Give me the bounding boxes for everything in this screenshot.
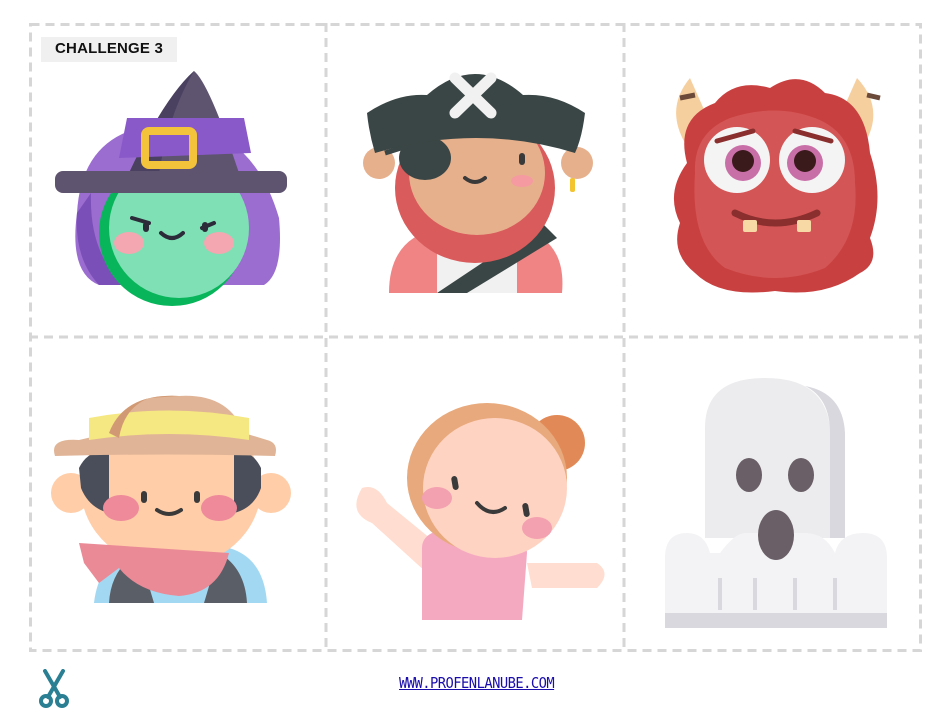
pirate-illustration: [363, 72, 593, 293]
scissors-icon: [39, 669, 69, 708]
challenge-title: CHALLENGE 3: [41, 37, 178, 62]
card-witch[interactable]: CHALLENGE 3: [29, 23, 326, 337]
cowboy-illustration: [51, 395, 291, 603]
dancer-illustration: [356, 403, 605, 620]
card-pirate[interactable]: [327, 23, 624, 337]
ghost-illustration: [665, 378, 887, 628]
witch-illustration: [55, 71, 287, 306]
website-link[interactable]: WWW.PROFENLANUBE.COM: [399, 674, 555, 692]
card-dancer[interactable]: [327, 338, 624, 652]
card-ghost[interactable]: [625, 338, 922, 652]
card-monster[interactable]: [625, 23, 922, 337]
cutout-sheet: CHALLENGE 3: [29, 23, 922, 652]
card-cowboy[interactable]: [29, 338, 326, 652]
monster-illustration: [673, 78, 881, 293]
